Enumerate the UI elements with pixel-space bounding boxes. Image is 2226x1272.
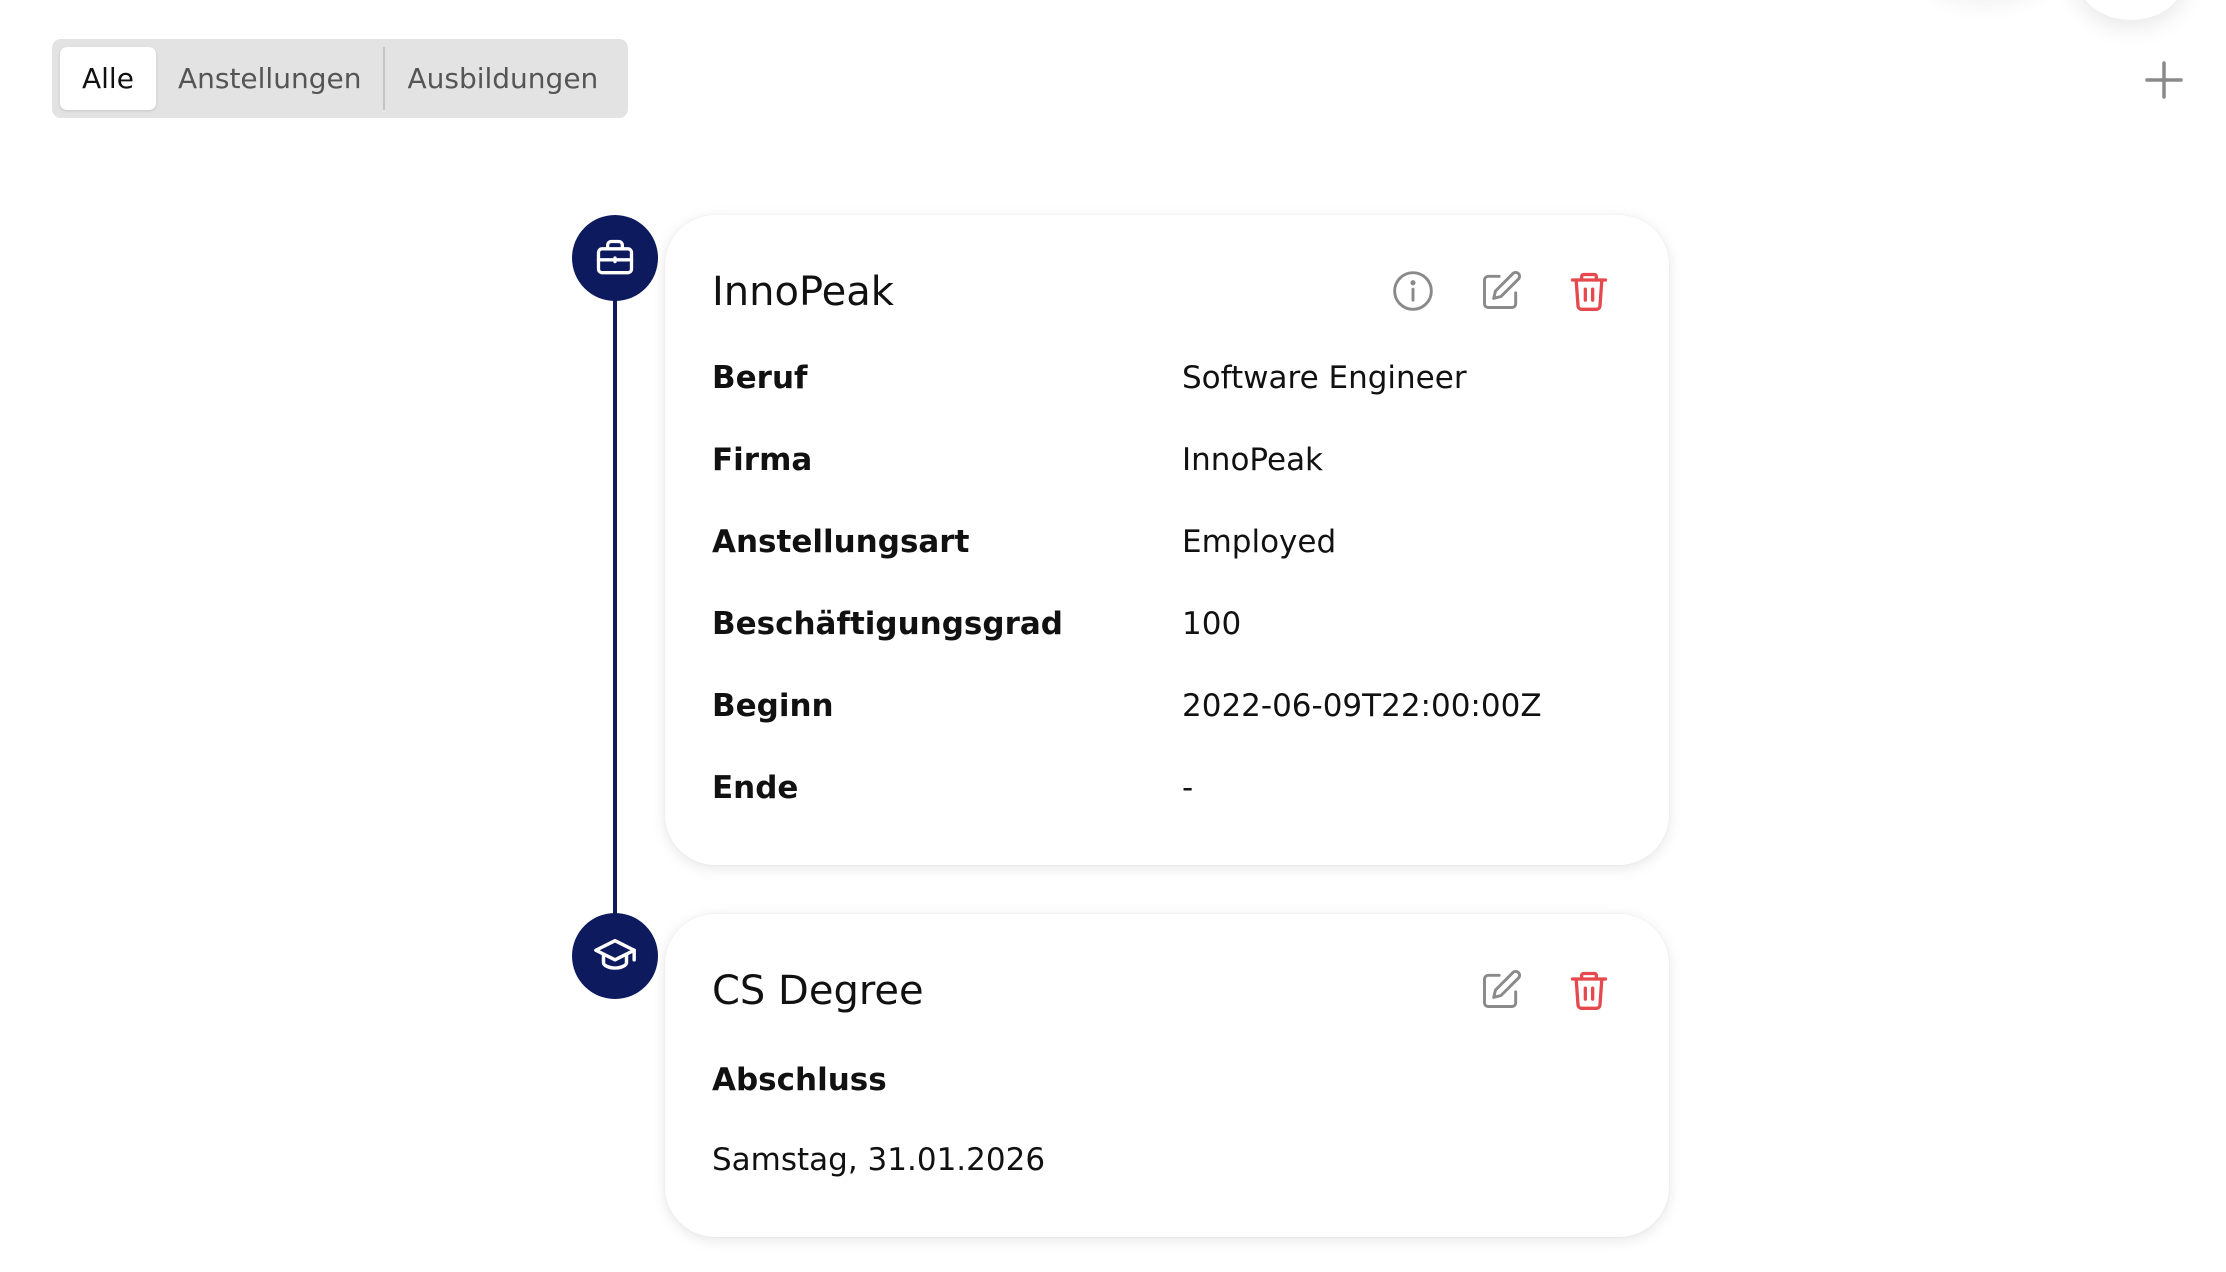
- graduation-date: Samstag, 31.01.2026: [712, 1142, 1046, 1178]
- info-button[interactable]: [1389, 267, 1437, 315]
- education-card-title: CS Degree: [712, 968, 924, 1014]
- detail-value: -: [1182, 770, 1194, 806]
- education-card-actions: [1477, 966, 1613, 1014]
- add-entry-button[interactable]: [2140, 56, 2188, 104]
- detail-row: Beschäftigungsgrad 100: [712, 606, 1612, 688]
- trash-icon: [1570, 272, 1608, 311]
- detail-row: Firma InnoPeak: [712, 442, 1612, 524]
- delete-button[interactable]: [1565, 966, 1613, 1014]
- timeline-node-employment: [572, 215, 658, 301]
- corner-shadow: [2076, 0, 2186, 20]
- employment-details: Beruf Software Engineer Firma InnoPeak A…: [712, 360, 1612, 852]
- filter-segmented-control: Alle Anstellungen Ausbildungen: [52, 39, 629, 118]
- detail-label: Beginn: [712, 688, 834, 724]
- detail-label: Ende: [712, 770, 799, 806]
- edit-button[interactable]: [1477, 267, 1525, 315]
- employment-card-title: InnoPeak: [712, 269, 894, 315]
- edit-button[interactable]: [1477, 966, 1525, 1014]
- detail-label: Beschäftigungsgrad: [712, 606, 1063, 642]
- delete-button[interactable]: [1565, 267, 1613, 315]
- timeline-node-education: [572, 913, 658, 999]
- detail-label: Firma: [712, 442, 813, 478]
- detail-value: Software Engineer: [1182, 360, 1467, 396]
- filter-tab-ausbildungen[interactable]: Ausbildungen: [385, 47, 620, 110]
- detail-row: Beruf Software Engineer: [712, 360, 1612, 442]
- graduation-label: Abschluss: [712, 1062, 887, 1098]
- filter-tab-anstellungen[interactable]: Anstellungen: [156, 47, 384, 110]
- detail-row: Ende -: [712, 770, 1612, 852]
- timeline-line: [613, 258, 617, 958]
- detail-value: Employed: [1182, 524, 1337, 560]
- detail-value: InnoPeak: [1182, 442, 1324, 478]
- detail-label: Beruf: [712, 360, 808, 396]
- graduation-cap-icon: [594, 938, 636, 970]
- detail-value: 100: [1182, 606, 1242, 642]
- pencil-icon: [1483, 271, 1521, 309]
- info-icon: [1393, 271, 1433, 311]
- employment-card-actions: [1389, 267, 1613, 315]
- detail-label: Anstellungsart: [712, 524, 970, 560]
- filter-tab-alle[interactable]: Alle: [60, 47, 156, 110]
- detail-row: Beginn 2022-06-09T22:00:00Z: [712, 688, 1612, 770]
- briefcase-icon: [596, 239, 634, 275]
- pencil-icon: [1483, 970, 1521, 1008]
- education-card: CS Degree Abschluss Samstag, 31.01.2026: [665, 914, 1669, 1237]
- detail-value: 2022-06-09T22:00:00Z: [1182, 688, 1542, 724]
- plus-icon: [2145, 61, 2183, 99]
- trash-icon: [1570, 971, 1608, 1010]
- page: Alle Anstellungen Ausbildungen InnoPeak: [0, 0, 2226, 1272]
- employment-card: InnoPeak Beruf Software Engineer Firma I…: [665, 215, 1669, 865]
- detail-row: Anstellungsart Employed: [712, 524, 1612, 606]
